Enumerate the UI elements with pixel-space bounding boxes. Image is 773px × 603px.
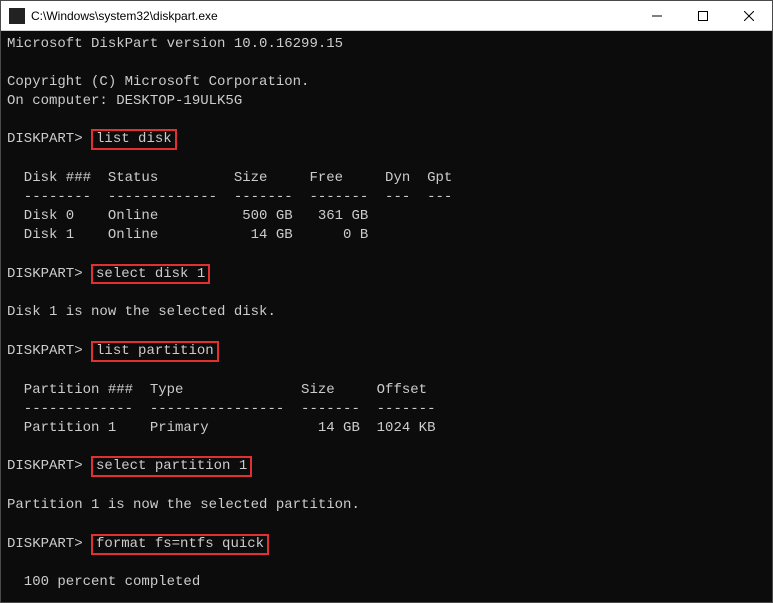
- blank: [7, 437, 766, 456]
- partition-table-divider: ------------- ---------------- ------- -…: [7, 400, 766, 419]
- blank: [7, 284, 766, 303]
- prompt: DISKPART>: [7, 343, 83, 359]
- blank: [7, 362, 766, 381]
- blank: [7, 54, 766, 73]
- prompt-line: DISKPART> format fs=ntfs quick: [7, 534, 766, 555]
- partition-table-header: Partition ### Type Size Offset: [7, 381, 766, 400]
- console-window: C:\Windows\system32\diskpart.exe Microso…: [0, 0, 773, 603]
- blank: [7, 150, 766, 169]
- prompt: DISKPART>: [7, 536, 83, 552]
- blank: [7, 322, 766, 341]
- cmd-format: format fs=ntfs quick: [91, 534, 269, 555]
- version-line: Microsoft DiskPart version 10.0.16299.15: [7, 35, 766, 54]
- window-controls: [634, 1, 772, 30]
- close-button[interactable]: [726, 1, 772, 30]
- computer-line: On computer: DESKTOP-19ULK5G: [7, 92, 766, 111]
- table-row: Disk 0 Online 500 GB 361 GB: [7, 207, 766, 226]
- table-row: Partition 1 Primary 14 GB 1024 KB: [7, 419, 766, 438]
- app-icon: [9, 8, 25, 24]
- title-bar: C:\Windows\system32\diskpart.exe: [1, 1, 772, 31]
- cmd-list-disk: list disk: [91, 129, 177, 150]
- disk-table-header: Disk ### Status Size Free Dyn Gpt: [7, 169, 766, 188]
- cmd-select-disk: select disk 1: [91, 264, 210, 285]
- prompt-line: DISKPART> select partition 1: [7, 456, 766, 477]
- terminal-output[interactable]: Microsoft DiskPart version 10.0.16299.15…: [1, 31, 772, 602]
- prompt-line: DISKPART> list partition: [7, 341, 766, 362]
- maximize-button[interactable]: [680, 1, 726, 30]
- cmd-list-partition: list partition: [91, 341, 219, 362]
- prompt: DISKPART>: [7, 266, 83, 282]
- prompt-line: DISKPART> select disk 1: [7, 264, 766, 285]
- blank: [7, 515, 766, 534]
- copyright-line: Copyright (C) Microsoft Corporation.: [7, 73, 766, 92]
- format-progress: 100 percent completed: [7, 573, 766, 592]
- window-title: C:\Windows\system32\diskpart.exe: [31, 9, 634, 23]
- blank: [7, 555, 766, 574]
- select-partition-msg: Partition 1 is now the selected partitio…: [7, 496, 766, 515]
- cmd-select-partition: select partition 1: [91, 456, 252, 477]
- prompt: DISKPART>: [7, 458, 83, 474]
- blank: [7, 477, 766, 496]
- disk-table-divider: -------- ------------- ------- ------- -…: [7, 188, 766, 207]
- blank: [7, 245, 766, 264]
- blank: [7, 111, 766, 130]
- table-row: Disk 1 Online 14 GB 0 B: [7, 226, 766, 245]
- prompt-line: DISKPART> list disk: [7, 129, 766, 150]
- select-disk-msg: Disk 1 is now the selected disk.: [7, 303, 766, 322]
- prompt: DISKPART>: [7, 131, 83, 147]
- minimize-button[interactable]: [634, 1, 680, 30]
